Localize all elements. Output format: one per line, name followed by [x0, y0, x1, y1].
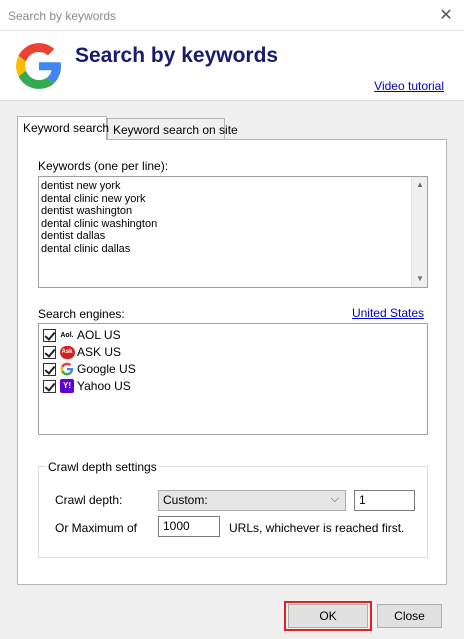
country-link[interactable]: United States	[352, 306, 424, 320]
video-tutorial-link[interactable]: Video tutorial	[374, 79, 444, 93]
tab-keyword-search-on-site[interactable]: Keyword search on site	[107, 118, 238, 140]
crawl-depth-groupbox	[38, 466, 428, 558]
page-title: Search by keywords	[75, 44, 279, 67]
crawl-depth-input[interactable]: 1	[354, 490, 415, 511]
keywords-scrollbar[interactable]: ▲ ▼	[411, 177, 427, 287]
crawl-depth-select-value: Custom:	[163, 493, 208, 507]
keywords-label: Keywords (one per line):	[38, 159, 169, 173]
keyword-line: dental clinic dallas	[41, 242, 131, 255]
engine-label: ASK US	[77, 345, 122, 359]
keyword-line: dental clinic new york	[41, 192, 146, 205]
chevron-down-icon: ⌵	[330, 493, 339, 505]
title-bar: Search by keywords ✕	[0, 0, 464, 31]
engine-item-aol[interactable]: Aol. AOL US	[43, 327, 121, 343]
engine-item-google[interactable]: Google US	[43, 361, 136, 377]
keyword-line: dentist dallas	[41, 230, 106, 243]
close-icon[interactable]: ✕	[436, 6, 456, 26]
crawl-depth-settings-title: Crawl depth settings	[46, 460, 159, 474]
yahoo-checkbox[interactable]	[43, 379, 56, 393]
google-checkbox[interactable]	[43, 362, 56, 376]
engine-item-yahoo[interactable]: Y! Yahoo US	[43, 378, 131, 394]
search-engines-list: Aol. AOL US Ask ASK US Google US Y! Yaho…	[38, 323, 428, 435]
crawl-depth-label: Crawl depth:	[55, 493, 123, 507]
search-engines-label: Search engines:	[38, 307, 125, 321]
engine-item-ask[interactable]: Ask ASK US	[43, 344, 121, 360]
max-urls-input[interactable]: 1000	[158, 516, 220, 537]
tab-keyword-search[interactable]: Keyword search	[17, 116, 109, 140]
engine-label: Yahoo US	[77, 379, 131, 393]
ok-button[interactable]: OK	[288, 604, 368, 628]
keyword-line: dentist washington	[41, 205, 133, 218]
google-icon	[59, 362, 75, 376]
window-title: Search by keywords	[8, 9, 117, 23]
crawl-depth-select[interactable]: Custom: ⌵	[158, 490, 346, 511]
keyword-line: dentist new york	[41, 180, 121, 192]
max-suffix-label: URLs, whichever is reached first.	[229, 521, 405, 535]
aol-icon: Aol.	[60, 331, 74, 339]
google-logo-icon	[16, 43, 61, 89]
max-label: Or Maximum of	[55, 521, 138, 535]
engine-label: Google US	[77, 362, 136, 376]
keywords-textarea[interactable]: dentist new york dental clinic new york …	[38, 176, 428, 288]
ask-checkbox[interactable]	[43, 345, 56, 359]
close-button[interactable]: Close	[377, 604, 442, 628]
engine-label: AOL US	[77, 328, 121, 342]
yahoo-icon: Y!	[59, 379, 75, 393]
scroll-down-arrow-icon[interactable]: ▼	[412, 271, 428, 287]
ask-icon: Ask	[59, 345, 75, 359]
scroll-up-arrow-icon[interactable]: ▲	[412, 177, 428, 193]
tab-panel: Keywords (one per line): dentist new yor…	[17, 139, 447, 585]
keyword-line: dental clinic washington	[41, 217, 158, 230]
aol-checkbox[interactable]	[43, 328, 56, 342]
header: Search by keywords Video tutorial	[0, 31, 464, 101]
